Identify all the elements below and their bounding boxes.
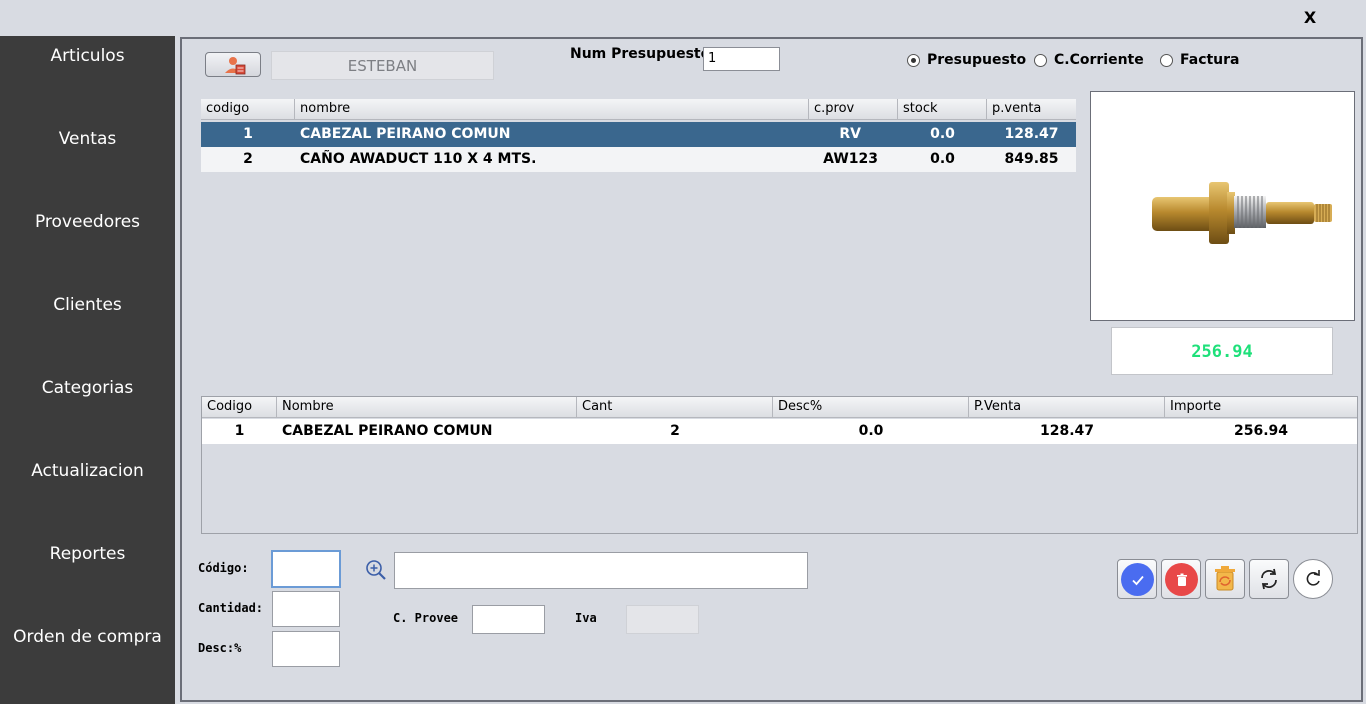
radio-label: Presupuesto xyxy=(927,52,1027,68)
cell-codigo: 1 xyxy=(243,126,253,142)
radio-dot xyxy=(1034,53,1047,67)
cell-cprov: RV xyxy=(839,126,861,142)
radio-presupuesto[interactable]: Presupuesto xyxy=(907,52,1026,68)
confirm-circle xyxy=(1121,563,1154,596)
articles-table: codigo nombre c.prov stock p.venta 1 CAB… xyxy=(201,99,1076,173)
total-display: 256.94 xyxy=(1111,327,1333,375)
search-input[interactable] xyxy=(394,552,808,589)
cantidad-input[interactable] xyxy=(272,591,340,627)
cell-nombre: CAÑO AWADUCT 110 X 4 MTS. xyxy=(300,151,537,167)
cell-nombre: CABEZAL PEIRANO COMUN xyxy=(282,423,493,439)
sidebar-item-articulos[interactable]: Articulos xyxy=(0,46,175,66)
close-button[interactable]: X xyxy=(1300,8,1320,28)
cell-pventa: 128.47 xyxy=(1039,423,1095,439)
detail-table-header: Codigo Nombre Cant Desc% P.Venta Importe xyxy=(202,397,1357,418)
num-presupuesto-label: Num Presupuesto xyxy=(570,46,711,62)
recycle-bin-icon xyxy=(1215,566,1235,591)
col-header-pventa[interactable]: p.venta xyxy=(987,99,1076,120)
desc-input[interactable] xyxy=(272,631,340,667)
cell-codigo: 2 xyxy=(243,151,253,167)
cell-importe: 256.94 xyxy=(1233,423,1289,439)
col-header-pventa[interactable]: P.Venta xyxy=(969,397,1165,418)
radio-dot xyxy=(1160,53,1173,67)
sidebar: Articulos Ventas Proveedores Clientes Ca… xyxy=(0,36,175,704)
cell-desc: 0.0 xyxy=(858,423,884,439)
radio-label: C.Corriente xyxy=(1054,52,1144,68)
delete-button[interactable] xyxy=(1161,559,1201,599)
client-name-field: ESTEBAN xyxy=(271,51,494,80)
sync-icon xyxy=(1261,568,1277,590)
col-header-codigo[interactable]: codigo xyxy=(201,99,295,120)
cantidad-label: Cantidad: xyxy=(198,601,264,615)
col-header-cprov[interactable]: c.prov xyxy=(809,99,898,120)
select-client-button[interactable] xyxy=(205,52,261,77)
confirm-button[interactable] xyxy=(1117,559,1157,599)
codigo-label: Código: xyxy=(198,561,249,575)
sidebar-item-clientes[interactable]: Clientes xyxy=(0,295,175,315)
detail-table: Codigo Nombre Cant Desc% P.Venta Importe… xyxy=(201,396,1358,534)
cell-stock: 0.0 xyxy=(930,151,955,167)
radio-factura[interactable]: Factura xyxy=(1160,52,1240,68)
cprovee-input[interactable] xyxy=(472,605,545,634)
col-header-nombre[interactable]: Nombre xyxy=(277,397,577,418)
user-card-icon xyxy=(225,57,246,75)
iva-label: Iva xyxy=(575,611,597,625)
delete-circle xyxy=(1165,563,1198,596)
cell-stock: 0.0 xyxy=(930,126,955,142)
table-row[interactable]: 1 CABEZAL PEIRANO COMUN 2 0.0 128.47 256… xyxy=(202,419,1357,444)
articles-table-header: codigo nombre c.prov stock p.venta xyxy=(201,99,1076,120)
col-header-stock[interactable]: stock xyxy=(898,99,987,120)
refresh-icon xyxy=(1306,570,1320,586)
radio-label: Factura xyxy=(1180,52,1240,68)
iva-field xyxy=(626,605,699,634)
check-icon xyxy=(1131,575,1144,585)
refresh-button[interactable] xyxy=(1293,559,1333,599)
radio-c-corriente[interactable]: C.Corriente xyxy=(1034,52,1144,68)
cell-codigo: 1 xyxy=(234,423,245,439)
cell-pventa: 849.85 xyxy=(1004,151,1059,167)
sync-button[interactable] xyxy=(1249,559,1289,599)
desc-label: Desc:% xyxy=(198,641,242,655)
cell-cant: 2 xyxy=(670,423,680,439)
sidebar-item-categorias[interactable]: Categorias xyxy=(0,378,175,398)
sidebar-item-actualizacion[interactable]: Actualizacion xyxy=(0,461,175,481)
clear-cart-button[interactable] xyxy=(1205,559,1245,599)
col-header-desc[interactable]: Desc% xyxy=(773,397,969,418)
col-header-importe[interactable]: Importe xyxy=(1165,397,1357,418)
codigo-input[interactable] xyxy=(271,550,341,588)
cell-pventa: 128.47 xyxy=(1004,126,1059,142)
table-row[interactable]: 2 CAÑO AWADUCT 110 X 4 MTS. AW123 0.0 84… xyxy=(201,147,1076,172)
search-button[interactable] xyxy=(365,559,387,581)
col-header-nombre[interactable]: nombre xyxy=(295,99,809,120)
faucet-valve-product-image xyxy=(1152,182,1332,244)
col-header-cant[interactable]: Cant xyxy=(577,397,773,418)
radio-dot-selected xyxy=(907,53,920,67)
sidebar-item-orden-de-compra[interactable]: Orden de compra xyxy=(0,627,175,647)
sidebar-item-proveedores[interactable]: Proveedores xyxy=(0,212,175,232)
cell-nombre: CABEZAL PEIRANO COMUN xyxy=(300,126,511,142)
cell-cprov: AW123 xyxy=(823,151,878,167)
product-image xyxy=(1090,91,1355,321)
sidebar-item-reportes[interactable]: Reportes xyxy=(0,544,175,564)
table-row[interactable]: 1 CABEZAL PEIRANO COMUN RV 0.0 128.47 xyxy=(201,122,1076,147)
sidebar-item-ventas[interactable]: Ventas xyxy=(0,129,175,149)
num-presupuesto-input[interactable]: 1 xyxy=(703,47,780,71)
cprovee-label: C. Provee xyxy=(393,611,459,625)
trash-icon xyxy=(1176,573,1187,586)
zoom-in-icon xyxy=(366,560,386,580)
col-header-codigo[interactable]: Codigo xyxy=(202,397,277,418)
